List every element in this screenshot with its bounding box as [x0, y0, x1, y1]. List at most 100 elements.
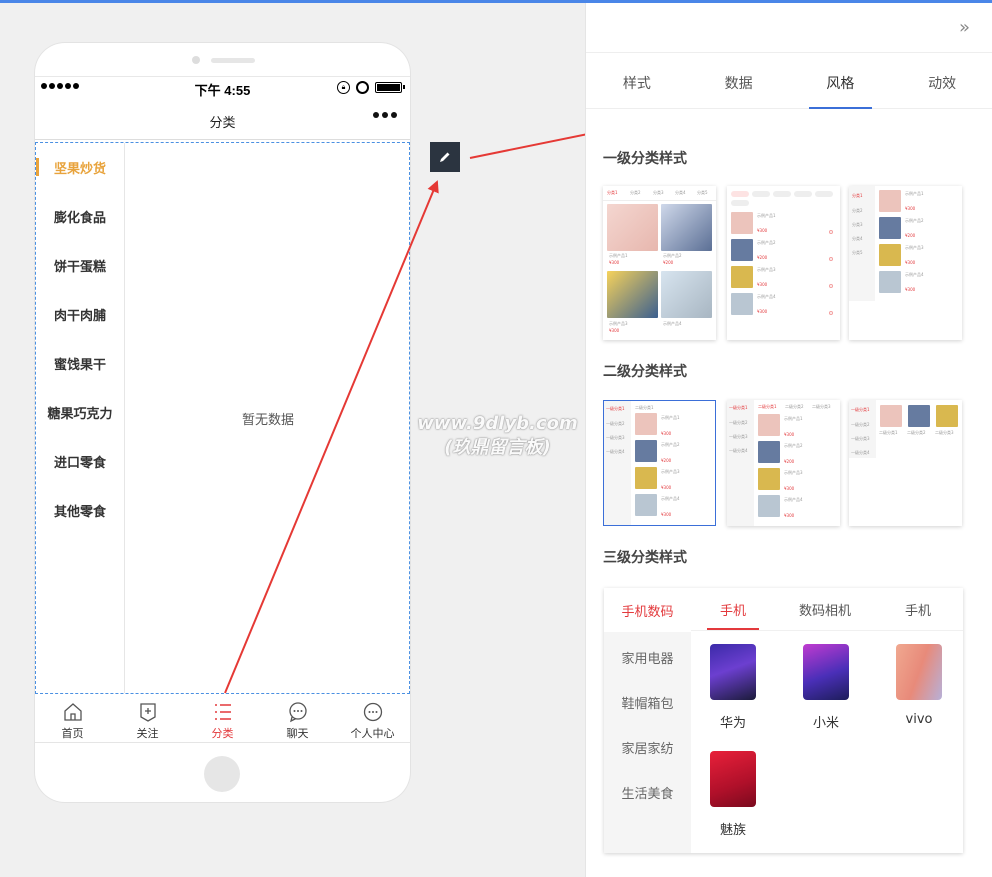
style-option-l1-sidebar[interactable]: 分类1 分类2 分类3 分类4 分类5 示例产品1 ¥300 示例产品2 ¥20…: [849, 186, 962, 340]
watermark-line: www.9dlyb.com: [417, 413, 578, 434]
tab-data[interactable]: 数据: [688, 53, 790, 108]
category-item[interactable]: 进口零食: [36, 437, 124, 486]
mini-cat: 一级分类3: [606, 435, 625, 440]
mini-sub: 二级分类3: [935, 430, 954, 435]
mini-cat: 一级分类2: [606, 421, 625, 426]
nav-bar: 分类: [35, 100, 410, 140]
category-item[interactable]: 膨化食品: [36, 192, 124, 241]
home-button: [204, 756, 240, 792]
mini-product: 示例产品2: [757, 240, 776, 245]
mini-product: 示例产品2: [905, 218, 924, 223]
style-option-l3[interactable]: 手机数码 家用电器 鞋帽箱包 家居家纺 生活美食 手机 数码相机 手机 华为 小…: [604, 588, 963, 853]
style-option-l1-grid[interactable]: 分类1 分类2 分类3 分类4 分类5 示例产品1 示例产品2 ¥300 ¥20…: [603, 186, 716, 340]
watermark: www.9dlyb.com (玖鼎留言板): [395, 412, 600, 460]
mini-price: ¥200: [905, 233, 916, 238]
tab-home[interactable]: 首页: [35, 695, 110, 742]
nav-title: 分类: [209, 116, 236, 131]
mini-sub: 二级分类2: [907, 430, 926, 435]
style-option-l2-tabs-list[interactable]: 一级分类1 一级分类2 一级分类3 一级分类4 二级分类1 二级分类2 二级分类…: [727, 400, 840, 526]
mini-cat: 一级分类1: [729, 405, 748, 410]
mini-tab: 分类4: [852, 236, 863, 241]
mini-product: 示例产品1: [661, 415, 680, 420]
style-option-l1-list[interactable]: 示例产品1 ¥300 示例产品2 ¥200 示例产品3 ¥300 示例产品4 ¥…: [727, 186, 840, 340]
l3-product-label: 魅族: [719, 823, 746, 838]
mini-sub: 二级分类3: [812, 404, 831, 409]
phone-image: [710, 751, 756, 807]
category-item[interactable]: 其他零食: [36, 486, 124, 535]
l3-left-item[interactable]: 家用电器: [604, 648, 691, 667]
mini-price: ¥300: [905, 260, 916, 265]
tab-follow[interactable]: 关注: [110, 695, 185, 742]
l3-product[interactable]: vivo: [889, 644, 949, 727]
l3-product[interactable]: 华为: [703, 644, 763, 731]
mini-price: ¥300: [609, 328, 620, 333]
phone-image: [896, 644, 942, 700]
mini-sub: 二级分类2: [785, 404, 804, 409]
tab-label: 分类: [211, 727, 234, 740]
category-item[interactable]: 糖果巧克力: [36, 388, 124, 437]
mini-price: ¥300: [784, 486, 795, 491]
l3-left-item[interactable]: 手机数码: [604, 588, 691, 632]
l3-tab[interactable]: 手机: [884, 588, 952, 630]
tab-category[interactable]: 分类: [185, 695, 260, 742]
tab-label: 个人中心: [350, 727, 395, 740]
empty-state-text: 暂无数据: [242, 413, 295, 428]
status-bar: 下午 4:55 🔒︎: [35, 78, 410, 98]
tab-chat[interactable]: 聊天: [260, 695, 335, 742]
collapse-icon[interactable]: »: [959, 17, 970, 38]
category-item[interactable]: 坚果炒货: [36, 143, 124, 192]
section-title: 三级分类样式: [603, 550, 687, 566]
l3-left-item[interactable]: 鞋帽箱包: [604, 693, 691, 712]
category-component[interactable]: 坚果炒货 膨化食品 饼干蛋糕 肉干肉脯 蜜饯果干 糖果巧克力 进口零食 其他零食…: [35, 142, 410, 694]
category-item[interactable]: 肉干肉脯: [36, 290, 124, 339]
l3-product[interactable]: 魅族: [703, 751, 763, 838]
edit-button[interactable]: [430, 142, 460, 172]
tab-style[interactable]: 样式: [586, 53, 688, 108]
mini-tab: 分类1: [852, 193, 863, 198]
mini-tab: 分类3: [852, 222, 863, 227]
category-item[interactable]: 饼干蛋糕: [36, 241, 124, 290]
mini-product: 示例产品1: [609, 253, 628, 258]
style-option-l2-sidebar-list[interactable]: 一级分类1 一级分类2 一级分类3 一级分类4 二级分类1 示例产品1 ¥300…: [603, 400, 716, 526]
more-icon[interactable]: [373, 112, 397, 118]
l3-left-item[interactable]: 生活美食: [604, 783, 691, 802]
l3-left-item[interactable]: 家居家纺: [604, 738, 691, 757]
rotation-lock-icon: 🔒︎: [337, 81, 350, 94]
mini-product: 示例产品4: [905, 272, 924, 277]
style-option-l2-grid[interactable]: 一级分类1 一级分类2 一级分类3 一级分类4 二级分类1 二级分类2 二级分类…: [849, 400, 962, 526]
product-thumb: [607, 204, 658, 251]
mini-price: ¥300: [661, 431, 672, 436]
mini-price: ¥200: [663, 260, 674, 265]
mini-product: 示例产品4: [757, 294, 776, 299]
product-thumb: [661, 204, 712, 251]
tab-user-center[interactable]: 个人中心: [335, 695, 410, 742]
section-title: 一级分类样式: [603, 151, 687, 167]
user-center-icon: [363, 702, 382, 722]
mini-product: 示例产品4: [663, 321, 682, 326]
l3-product[interactable]: 小米: [796, 644, 856, 731]
mini-cat: 一级分类3: [729, 434, 748, 439]
mini-product: 示例产品2: [784, 443, 803, 448]
category-sidebar: 坚果炒货 膨化食品 饼干蛋糕 肉干肉脯 蜜饯果干 糖果巧克力 进口零食 其他零食: [36, 143, 125, 693]
tab-theme[interactable]: 风格: [790, 53, 892, 109]
mini-product: 示例产品1: [784, 416, 803, 421]
l3-product-label: 小米: [812, 716, 839, 731]
mini-product: 示例产品3: [661, 469, 680, 474]
mini-price: ¥300: [905, 206, 916, 211]
mini-price: ¥300: [757, 228, 768, 233]
category-item[interactable]: 蜜饯果干: [36, 339, 124, 388]
l3-product-label: vivo: [905, 712, 933, 727]
tab-animation[interactable]: 动效: [891, 53, 992, 108]
mini-price: ¥200: [757, 255, 768, 260]
chat-icon: [288, 702, 307, 723]
settings-panel: » 样式 数据 风格 动效 一级分类样式 分类1 分类2 分类3 分类4 分类5…: [585, 3, 992, 877]
phone-image: [710, 644, 756, 700]
mini-tab: 分类4: [675, 190, 686, 195]
mini-cat: 一级分类4: [851, 450, 870, 455]
mini-cat: 一级分类2: [851, 422, 870, 427]
l3-tab[interactable]: 数码相机: [782, 588, 868, 630]
l3-tab[interactable]: 手机: [701, 588, 765, 630]
mini-product: 示例产品2: [661, 442, 680, 447]
mini-product: 示例产品3: [757, 267, 776, 272]
mini-product: 示例产品4: [661, 496, 680, 501]
